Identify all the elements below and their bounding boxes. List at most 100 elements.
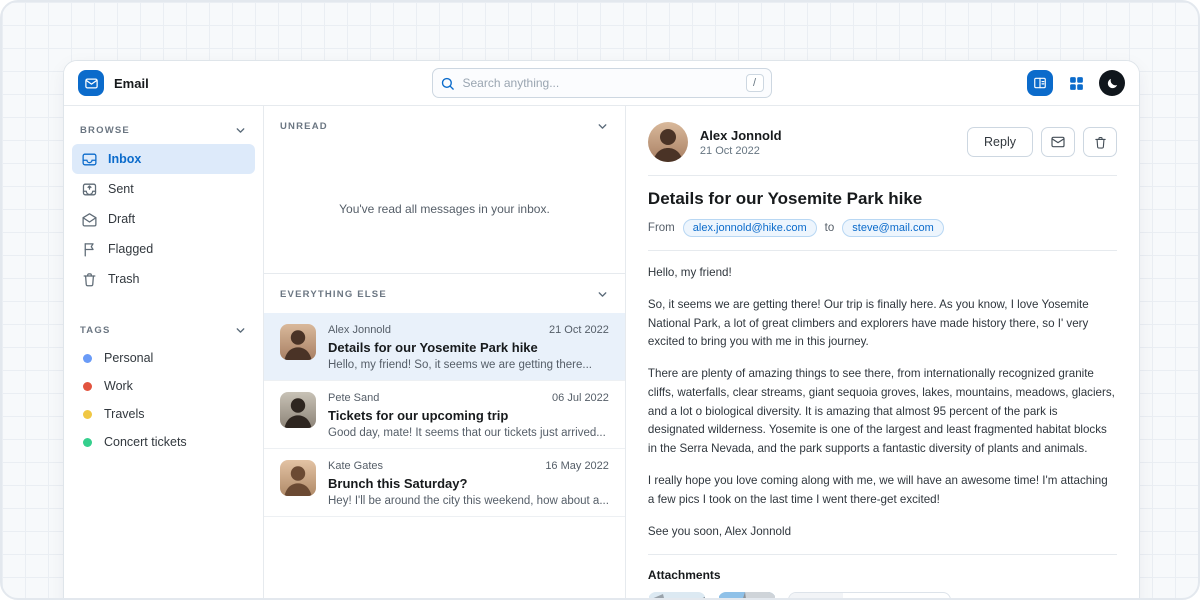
tag-color-dot	[83, 410, 92, 419]
unread-label: Unread	[280, 121, 328, 132]
chevron-down-icon	[596, 120, 609, 133]
tag-item-work[interactable]: Work	[72, 372, 255, 400]
tag-label: Work	[104, 379, 133, 393]
message-list: Unread You've read all messages in your …	[264, 106, 626, 600]
reader-mode-button[interactable]	[1027, 70, 1053, 96]
body-paragraph: Hello, my friend!	[648, 264, 1117, 283]
attachment-photo-cliff[interactable]	[718, 592, 776, 600]
tag-label: Travels	[104, 407, 145, 421]
avatar	[648, 122, 688, 162]
inbox-icon	[81, 151, 98, 168]
search-icon	[440, 76, 455, 91]
to-email-chip[interactable]: steve@mail.com	[842, 219, 943, 237]
tag-label: Concert tickets	[104, 435, 187, 449]
email-title: Tickets for our upcoming trip	[328, 408, 609, 423]
everything-else-section-header[interactable]: Everything else	[264, 273, 625, 313]
header: Email /	[64, 61, 1139, 106]
send-icon	[81, 181, 98, 198]
detail-header: Alex Jonnold 21 Oct 2022 Reply	[648, 122, 1117, 162]
to-label: to	[825, 222, 835, 234]
chevron-down-icon	[596, 288, 609, 301]
search-input[interactable]	[463, 76, 738, 90]
unread-empty-state: You've read all messages in your inbox.	[264, 145, 625, 273]
delete-button[interactable]	[1083, 127, 1117, 157]
attachment-file-card[interactable]: videos-hike.zip 100 MB	[788, 592, 951, 600]
email-preview: Hey! I'll be around the city this weeken…	[328, 495, 609, 507]
search-shortcut-key: /	[746, 74, 764, 92]
email-title: Brunch this Saturday?	[328, 476, 609, 491]
email-subject: Details for our Yosemite Park hike	[648, 189, 1117, 209]
forward-mail-button[interactable]	[1041, 127, 1075, 157]
tag-color-dot	[83, 438, 92, 447]
email-summary: Pete Sand 06 Jul 2022 Tickets for our up…	[328, 392, 609, 439]
email-list-item[interactable]: Kate Gates 16 May 2022 Brunch this Satur…	[264, 449, 625, 517]
email-sender: Pete Sand	[328, 392, 379, 404]
avatar	[280, 392, 316, 428]
brand: Email	[78, 70, 149, 96]
page-background: Email /	[0, 0, 1200, 600]
body-signoff: See you soon, Alex Jonnold	[648, 523, 1117, 542]
email-date: 06 Jul 2022	[552, 392, 609, 404]
header-actions	[1027, 70, 1125, 96]
body-paragraph: I really hope you love coming along with…	[648, 472, 1117, 510]
moon-icon	[1106, 77, 1119, 90]
detail-actions: Reply	[967, 127, 1117, 157]
sidebar-item-flagged[interactable]: Flagged	[72, 234, 255, 264]
folder-nav: Inbox Sent Draft Flagged	[72, 144, 255, 294]
email-list-item[interactable]: Pete Sand 06 Jul 2022 Tickets for our up…	[264, 381, 625, 449]
attachment-file-meta: videos-hike.zip 100 MB	[843, 593, 950, 600]
search-bar[interactable]: /	[432, 68, 772, 98]
sidebar-item-label: Trash	[108, 272, 140, 286]
chevron-down-icon	[234, 124, 247, 137]
attachments-row: videos-hike.zip 100 MB	[648, 592, 1117, 600]
reader-icon	[1033, 76, 1047, 90]
detail-sender-name: Alex Jonnold	[700, 128, 782, 143]
envelope-icon	[84, 76, 99, 91]
everything-else-label: Everything else	[280, 289, 387, 300]
email-date: 21 Oct 2022	[549, 324, 609, 336]
tags-section-header[interactable]: Tags	[72, 316, 255, 344]
tag-item-travels[interactable]: Travels	[72, 400, 255, 428]
email-list-item[interactable]: Alex Jonnold 21 Oct 2022 Details for our…	[264, 313, 625, 381]
email-sender: Alex Jonnold	[328, 324, 391, 336]
sidebar-item-sent[interactable]: Sent	[72, 174, 255, 204]
avatar	[280, 460, 316, 496]
tags-list: Personal Work Travels Concert tickets	[72, 344, 255, 456]
email-summary: Alex Jonnold 21 Oct 2022 Details for our…	[328, 324, 609, 371]
attachment-photo-valley[interactable]	[648, 592, 706, 600]
detail-date: 21 Oct 2022	[700, 145, 782, 157]
sidebar-item-inbox[interactable]: Inbox	[72, 144, 255, 174]
avatar	[280, 324, 316, 360]
email-date: 16 May 2022	[545, 460, 609, 472]
dark-mode-toggle[interactable]	[1099, 70, 1125, 96]
from-email-chip[interactable]: alex.jonnold@hike.com	[683, 219, 817, 237]
folder-icon	[789, 593, 843, 600]
apps-button[interactable]	[1063, 70, 1089, 96]
unread-section-header[interactable]: Unread	[264, 106, 625, 145]
sidebar-item-label: Inbox	[108, 152, 141, 166]
email-summary: Kate Gates 16 May 2022 Brunch this Satur…	[328, 460, 609, 507]
email-title: Details for our Yosemite Park hike	[328, 340, 609, 355]
from-to-row: From alex.jonnold@hike.com to steve@mail…	[648, 219, 1117, 237]
tag-item-concert-tickets[interactable]: Concert tickets	[72, 428, 255, 456]
tags-label: Tags	[80, 325, 110, 336]
tag-label: Personal	[104, 351, 153, 365]
tag-color-dot	[83, 354, 92, 363]
divider	[648, 250, 1117, 251]
flag-icon	[81, 241, 98, 258]
sidebar-item-draft[interactable]: Draft	[72, 204, 255, 234]
email-body: Hello, my friend! So, it seems we are ge…	[648, 264, 1117, 541]
chevron-down-icon	[234, 324, 247, 337]
divider	[648, 554, 1117, 555]
sidebar-item-trash[interactable]: Trash	[72, 264, 255, 294]
trash-icon	[1093, 135, 1108, 150]
sidebar-item-label: Sent	[108, 182, 134, 196]
email-app-window: Email /	[63, 60, 1140, 600]
tag-item-personal[interactable]: Personal	[72, 344, 255, 372]
reply-button[interactable]: Reply	[967, 127, 1033, 157]
tag-color-dot	[83, 382, 92, 391]
browse-section-header[interactable]: Browse	[72, 116, 255, 144]
email-preview: Good day, mate! It seems that our ticket…	[328, 427, 609, 439]
mail-logo-icon[interactable]	[78, 70, 104, 96]
email-sender: Kate Gates	[328, 460, 383, 472]
